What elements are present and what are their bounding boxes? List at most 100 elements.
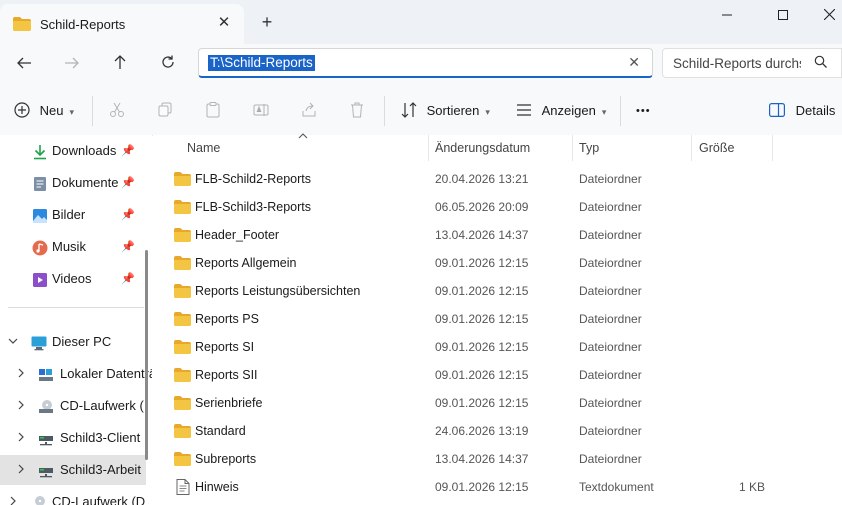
sort-icon xyxy=(401,102,417,118)
sidebar-item-schild3-client[interactable]: Schild3-Client xyxy=(0,423,146,453)
column-separator[interactable] xyxy=(772,135,773,161)
close-window-icon[interactable] xyxy=(806,0,842,32)
back-arrow-icon[interactable] xyxy=(9,53,39,77)
chevron-right-icon[interactable] xyxy=(16,455,26,485)
toolbar-divider xyxy=(92,96,93,126)
file-type: Dateiordner xyxy=(579,256,642,270)
navigation-pane: Downloads 📌 Dokumente 📌 Bilder 📌 Musik 📌… xyxy=(0,135,152,505)
table-row[interactable]: FLB-Schild2-Reports 20.04.2026 13:21 Datei… xyxy=(153,165,842,193)
chevron-right-icon[interactable] xyxy=(16,359,26,389)
file-date: 13.04.2026 14:37 xyxy=(435,452,529,466)
file-name: Reports Leistungsübersichten xyxy=(195,284,361,298)
rename-icon xyxy=(253,104,269,116)
sidebar-item-this-pc[interactable]: Dieser PC xyxy=(0,327,146,357)
search-placeholder: Schild-Reports durchsuchen xyxy=(673,56,801,71)
file-date: 06.05.2026 20:09 xyxy=(435,200,529,214)
sidebar-item-cd-drive[interactable]: CD-Laufwerk ( xyxy=(0,391,146,421)
sidebar-item-cd-drive-d[interactable]: CD-Laufwerk (D xyxy=(0,487,146,505)
table-row[interactable]: FLB-Schild3-Reports 06.05.2026 20:09 Datei… xyxy=(153,193,842,221)
file-type: Dateiordner xyxy=(579,396,642,410)
cut-button[interactable] xyxy=(109,98,125,124)
table-row[interactable]: Reports SII 09.01.2026 12:15 Dateiordner xyxy=(153,361,842,389)
forward-arrow-icon[interactable] xyxy=(57,53,87,77)
column-header-type[interactable]: Typ xyxy=(579,135,599,161)
table-row[interactable]: Reports Leistungsübersichten 09.01.2026 1… xyxy=(153,277,842,305)
up-arrow-icon[interactable] xyxy=(105,53,135,77)
tab-schild-reports[interactable]: Schild-Reports ✕ xyxy=(0,4,244,44)
folder-icon xyxy=(174,424,191,438)
network-drive-icon xyxy=(39,468,53,478)
sidebar-item-pictures[interactable]: Bilder 📌 xyxy=(0,200,146,230)
new-tab-button[interactable]: + xyxy=(257,12,277,32)
sidebar-item-music[interactable]: Musik 📌 xyxy=(0,232,146,262)
column-header-date[interactable]: Änderungsdatum xyxy=(435,135,530,161)
file-date: 09.01.2026 12:15 xyxy=(435,396,529,410)
address-input[interactable]: T:\Schild-Reports ✕ xyxy=(198,48,653,78)
file-date: 09.01.2026 12:15 xyxy=(435,256,529,270)
view-button[interactable]: Anzeigen ▾ xyxy=(516,98,606,124)
more-options-button[interactable]: ••• xyxy=(636,98,651,124)
delete-button[interactable] xyxy=(349,98,365,124)
scissors-icon xyxy=(110,102,124,117)
table-row[interactable]: Header_Footer 13.04.2026 14:37 Dateiordner xyxy=(153,221,842,249)
table-row[interactable]: Reports Allgemein 09.01.2026 12:15 Dateior… xyxy=(153,249,842,277)
new-label: Neu xyxy=(39,103,64,118)
chevron-down-icon[interactable] xyxy=(8,327,18,357)
sidebar-item-videos[interactable]: Videos 📌 xyxy=(0,264,146,294)
clipboard-icon xyxy=(206,102,220,118)
close-tab-icon[interactable]: ✕ xyxy=(214,13,234,33)
file-date: 20.04.2026 13:21 xyxy=(435,172,529,186)
table-row[interactable]: Reports PS 09.01.2026 12:15 Dateiordner xyxy=(153,305,842,333)
chevron-right-icon[interactable] xyxy=(8,487,18,505)
file-date: 09.01.2026 12:15 xyxy=(435,340,529,354)
computer-icon xyxy=(31,336,47,351)
rename-button[interactable] xyxy=(253,98,269,124)
folder-icon xyxy=(174,368,191,382)
sidebar-item-label: Dokumente xyxy=(52,175,119,190)
search-input[interactable]: Schild-Reports durchsuchen xyxy=(662,48,842,78)
share-button[interactable] xyxy=(301,98,317,124)
sidebar-item-documents[interactable]: Dokumente 📌 xyxy=(0,168,146,198)
search-icon[interactable] xyxy=(814,55,828,69)
file-type: Dateiordner xyxy=(579,200,642,214)
column-separator[interactable] xyxy=(691,135,692,161)
sidebar-item-label: Schild3-Arbeit xyxy=(60,462,141,477)
minimize-icon[interactable] xyxy=(704,0,750,32)
table-row[interactable]: Standard 24.06.2026 13:19 Dateiordner xyxy=(153,417,842,445)
sidebar-item-schild3-arbeit[interactable]: Schild3-Arbeit xyxy=(0,455,146,485)
sidebar-item-label: Bilder xyxy=(52,207,86,222)
file-type: Dateiordner xyxy=(579,228,642,242)
folder-icon xyxy=(174,340,191,354)
address-path[interactable]: T:\Schild-Reports xyxy=(208,55,315,71)
chevron-right-icon[interactable] xyxy=(16,423,26,453)
trash-icon xyxy=(351,102,363,118)
column-separator[interactable] xyxy=(572,135,573,161)
paste-button[interactable] xyxy=(205,98,221,124)
pin-icon: 📌 xyxy=(121,273,135,285)
table-row[interactable]: Serienbriefe 09.01.2026 12:15 Dateiordner xyxy=(153,389,842,417)
file-name: Subreports xyxy=(195,452,257,466)
folder-icon xyxy=(174,452,191,466)
column-separator[interactable] xyxy=(428,135,429,161)
chevron-right-icon[interactable] xyxy=(16,391,26,421)
sidebar-scrollbar[interactable] xyxy=(145,250,148,460)
clear-address-icon[interactable]: ✕ xyxy=(628,54,640,71)
refresh-icon[interactable] xyxy=(153,53,183,77)
column-header-name[interactable]: Name xyxy=(187,135,220,161)
title-bar: Schild-Reports ✕ + xyxy=(0,0,842,44)
new-button[interactable]: Neu ▾ xyxy=(14,98,74,124)
sidebar-item-label: Downloads xyxy=(52,143,117,158)
sidebar-item-local-disk[interactable]: Lokaler Datenträger xyxy=(0,359,152,389)
details-pane-icon xyxy=(769,103,786,118)
table-row[interactable]: Hinweis 09.01.2026 12:15 Textdokument 1 KB xyxy=(153,473,842,501)
sidebar-item-downloads[interactable]: Downloads 📌 xyxy=(0,136,146,166)
maximize-icon[interactable] xyxy=(760,0,806,32)
sidebar-item-label: Musik xyxy=(52,239,86,254)
table-row[interactable]: Reports SI 09.01.2026 12:15 Dateiordner xyxy=(153,333,842,361)
share-icon xyxy=(302,102,316,117)
details-button[interactable]: Details xyxy=(769,98,835,124)
column-header-size[interactable]: Größe xyxy=(699,135,734,161)
copy-button[interactable] xyxy=(157,98,173,124)
table-row[interactable]: Subreports 13.04.2026 14:37 Dateiordner xyxy=(153,445,842,473)
sort-button[interactable]: Sortieren ▾ xyxy=(401,98,490,124)
